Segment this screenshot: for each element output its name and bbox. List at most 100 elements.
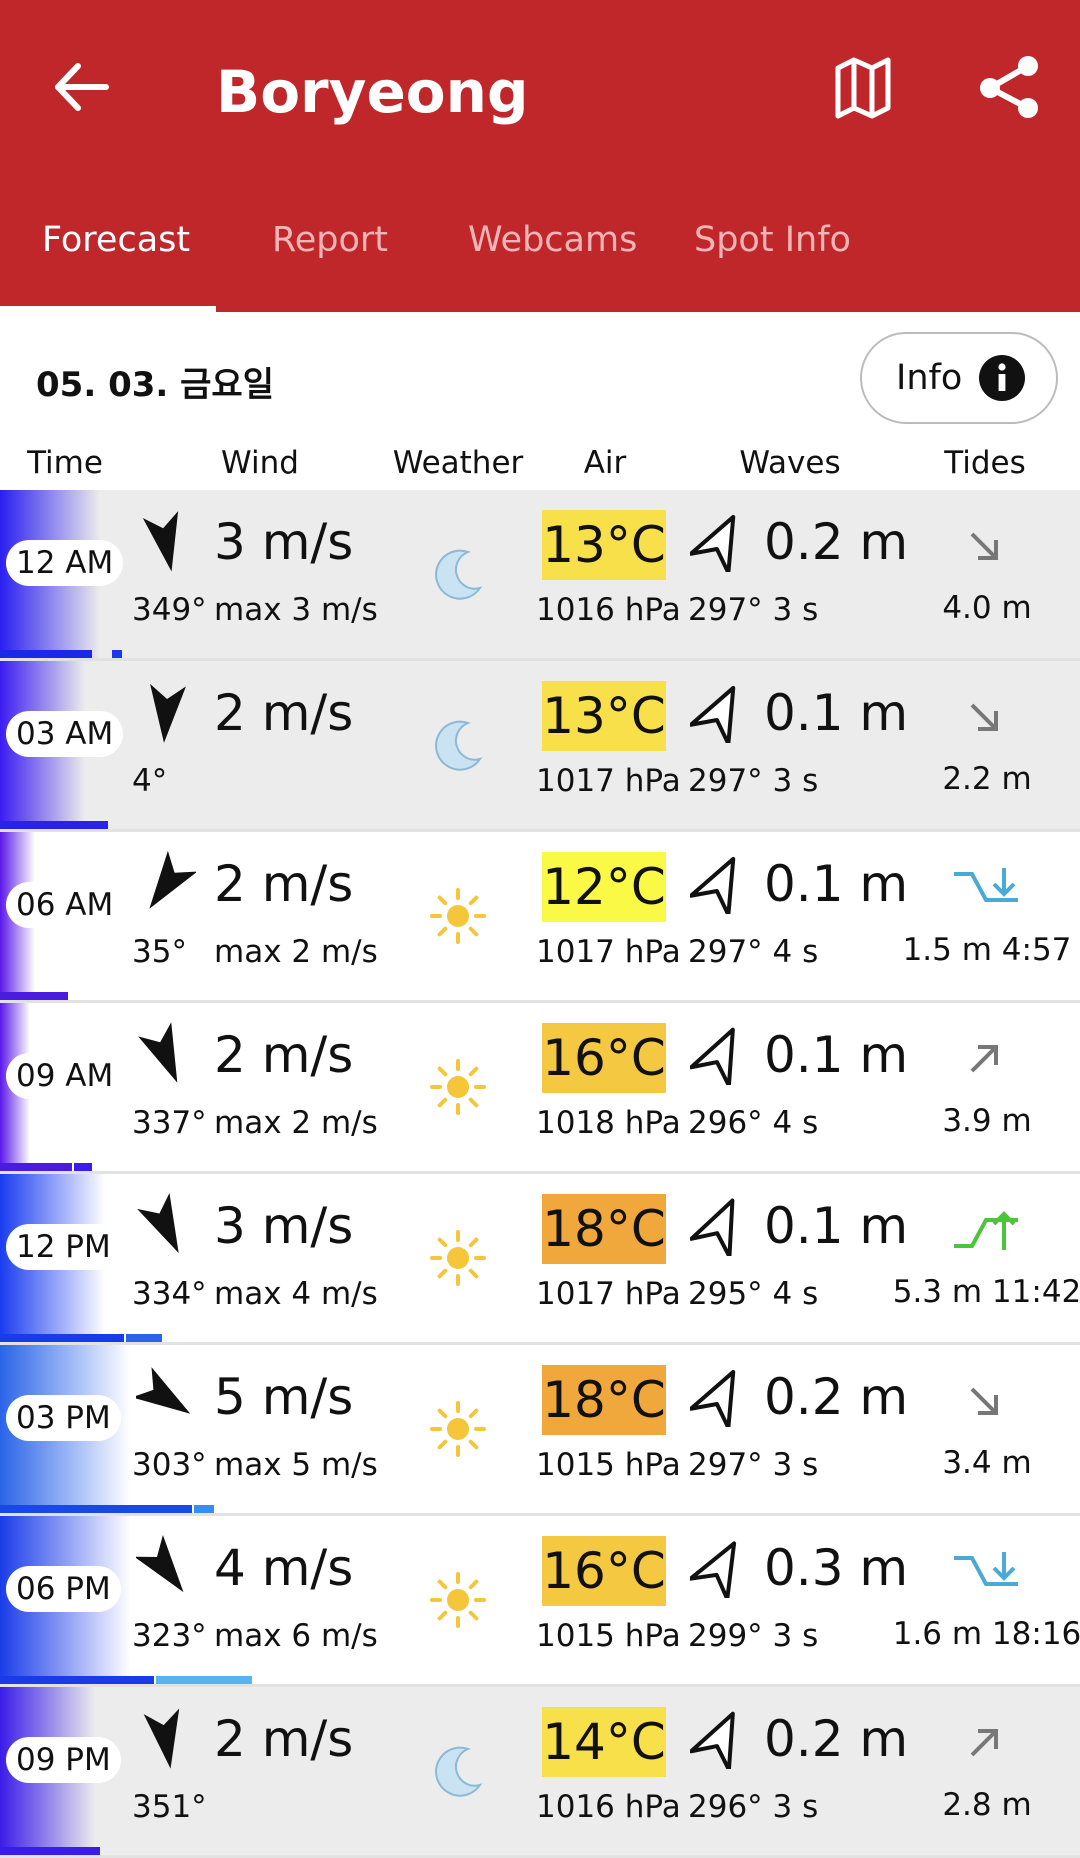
forecast-row[interactable]: 09 PM 2 m/s 351° 14°C 1016 hPa 0.2 m 296… — [0, 1687, 1080, 1858]
wave-height: 0.1 m — [764, 1026, 909, 1084]
wave-direction-period: 299° 3 s — [688, 1618, 819, 1654]
wind-speed: 2 m/s — [214, 1710, 354, 1768]
wave-direction-arrow-icon — [690, 1369, 736, 1427]
wave-direction-arrow-icon — [690, 514, 736, 572]
air-pressure: 1015 hPa — [536, 1618, 681, 1654]
wave-direction-arrow-icon — [690, 1027, 735, 1085]
wind-speed: 2 m/s — [214, 855, 354, 913]
tide-info: 2.2 m — [942, 761, 1032, 797]
wave-direction-period: 296° 4 s — [688, 1105, 819, 1141]
wind-direction-arrow-icon — [136, 1367, 191, 1414]
wind-gust: max 3 m/s — [214, 592, 378, 628]
column-header-wind: Wind — [221, 445, 299, 481]
low-tide-icon — [950, 864, 1022, 914]
time-label: 12 PM — [6, 1224, 121, 1270]
wave-direction-arrow-icon — [690, 1541, 737, 1598]
wave-direction-arrow-icon — [690, 856, 736, 914]
wave-direction-period: 297° 3 s — [688, 763, 819, 799]
wave-direction-period: 295° 4 s — [688, 1276, 819, 1312]
forecast-row[interactable]: 03 AM 2 m/s 4° 13°C 1017 hPa 0.1 m 297° … — [0, 661, 1080, 832]
tide-info: 1.6 m 18:16 — [892, 1616, 1080, 1652]
air-temperature: 13°C — [542, 510, 666, 580]
air-pressure: 1015 hPa — [536, 1447, 681, 1483]
tab-forecast[interactable]: Forecast — [42, 210, 190, 270]
forecast-row[interactable]: 03 PM 5 m/s 303° max 5 m/s 18°C 1015 hPa… — [0, 1345, 1080, 1516]
wave-height: 0.1 m — [764, 684, 909, 742]
app-header: Boryeong Forecast Report Webcams Spot In… — [0, 0, 1080, 312]
wind-gust: max 5 m/s — [214, 1447, 378, 1483]
wind-gust: max 2 m/s — [214, 1105, 378, 1141]
arrow-down-right-icon — [964, 1381, 1004, 1421]
forecast-row[interactable]: 06 PM 4 m/s 323° max 6 m/s 16°C 1015 hPa… — [0, 1516, 1080, 1687]
time-label: 06 PM — [6, 1566, 121, 1612]
column-header-air: Air — [583, 445, 627, 481]
tab-spot-info[interactable]: Spot Info — [694, 210, 851, 270]
air-temperature: 16°C — [542, 1023, 666, 1093]
forecast-row[interactable]: 12 AM 3 m/s 349° max 3 m/s 13°C 1016 hPa… — [0, 490, 1080, 661]
info-icon — [979, 355, 1025, 401]
arrow-down-right-icon — [964, 526, 1004, 566]
wind-speed: 4 m/s — [214, 1539, 354, 1597]
wave-direction-arrow-icon — [690, 1198, 735, 1256]
forecast-row[interactable]: 09 AM 2 m/s 337° max 2 m/s 16°C 1018 hPa… — [0, 1003, 1080, 1174]
sun-icon — [430, 1401, 486, 1457]
wind-direction: 337° — [132, 1105, 207, 1141]
share-icon — [980, 56, 1038, 118]
date-label: 05. 03. 금요일 — [36, 365, 274, 405]
wind-direction-arrow-icon — [143, 1708, 180, 1769]
wind-direction-arrow-icon — [142, 511, 179, 572]
air-pressure: 1016 hPa — [536, 1789, 681, 1825]
back-button[interactable] — [48, 52, 118, 122]
sun-icon — [430, 1230, 486, 1286]
share-button[interactable] — [972, 50, 1046, 124]
sun-icon — [430, 1572, 486, 1628]
air-pressure: 1018 hPa — [536, 1105, 681, 1141]
forecast-row[interactable]: 12 PM 3 m/s 334° max 4 m/s 18°C 1017 hPa… — [0, 1174, 1080, 1345]
time-label: 06 AM — [6, 882, 124, 928]
wind-speed: 2 m/s — [214, 1026, 354, 1084]
air-pressure: 1017 hPa — [536, 1276, 681, 1312]
tab-webcams[interactable]: Webcams — [468, 210, 637, 270]
time-label: 03 AM — [6, 711, 124, 757]
low-tide-icon — [950, 1548, 1022, 1598]
moon-icon — [435, 549, 483, 600]
arrow-up-right-icon — [964, 1039, 1004, 1079]
column-header-tides: Tides — [944, 445, 1026, 481]
tide-info: 5.3 m 11:42 — [892, 1274, 1080, 1310]
time-label: 09 AM — [6, 1053, 124, 1099]
sun-icon — [430, 1059, 486, 1115]
high-tide-icon — [950, 1206, 1022, 1256]
wave-direction-arrow-icon — [690, 1711, 735, 1769]
wind-direction-arrow-icon — [150, 683, 186, 743]
info-button[interactable]: Info — [860, 332, 1058, 424]
wind-direction: 334° — [132, 1276, 207, 1312]
wave-direction-period: 296° 3 s — [688, 1789, 819, 1825]
air-temperature: 12°C — [542, 852, 666, 922]
wind-speed: 2 m/s — [214, 684, 354, 742]
wind-direction-arrow-icon — [137, 1193, 179, 1254]
wave-direction-period: 297° 4 s — [688, 934, 819, 970]
wind-speed: 3 m/s — [214, 1197, 354, 1255]
map-button[interactable] — [828, 52, 898, 122]
air-pressure: 1017 hPa — [536, 934, 681, 970]
wind-direction: 303° — [132, 1447, 207, 1483]
arrow-left-icon — [55, 63, 109, 111]
arrow-down-right-icon — [964, 697, 1004, 737]
info-button-label: Info — [896, 358, 963, 398]
tide-info: 3.9 m — [942, 1103, 1032, 1139]
wind-direction: 4° — [132, 763, 168, 799]
tide-info: 3.4 m — [942, 1445, 1032, 1481]
wave-height: 0.2 m — [764, 1368, 909, 1426]
wave-height: 0.2 m — [764, 513, 909, 571]
wind-direction-arrow-icon — [149, 850, 196, 909]
arrow-up-right-icon — [964, 1723, 1004, 1763]
air-temperature: 13°C — [542, 681, 666, 751]
air-pressure: 1017 hPa — [536, 763, 681, 799]
column-header-waves: Waves — [739, 445, 841, 481]
forecast-row[interactable]: 06 AM 2 m/s 35° max 2 m/s 12°C 1017 hPa … — [0, 832, 1080, 1003]
air-temperature: 16°C — [542, 1536, 666, 1606]
wave-direction-arrow-icon — [690, 685, 736, 743]
tab-report[interactable]: Report — [272, 210, 388, 270]
wind-direction: 349° — [132, 592, 207, 628]
moon-icon — [435, 1746, 483, 1797]
